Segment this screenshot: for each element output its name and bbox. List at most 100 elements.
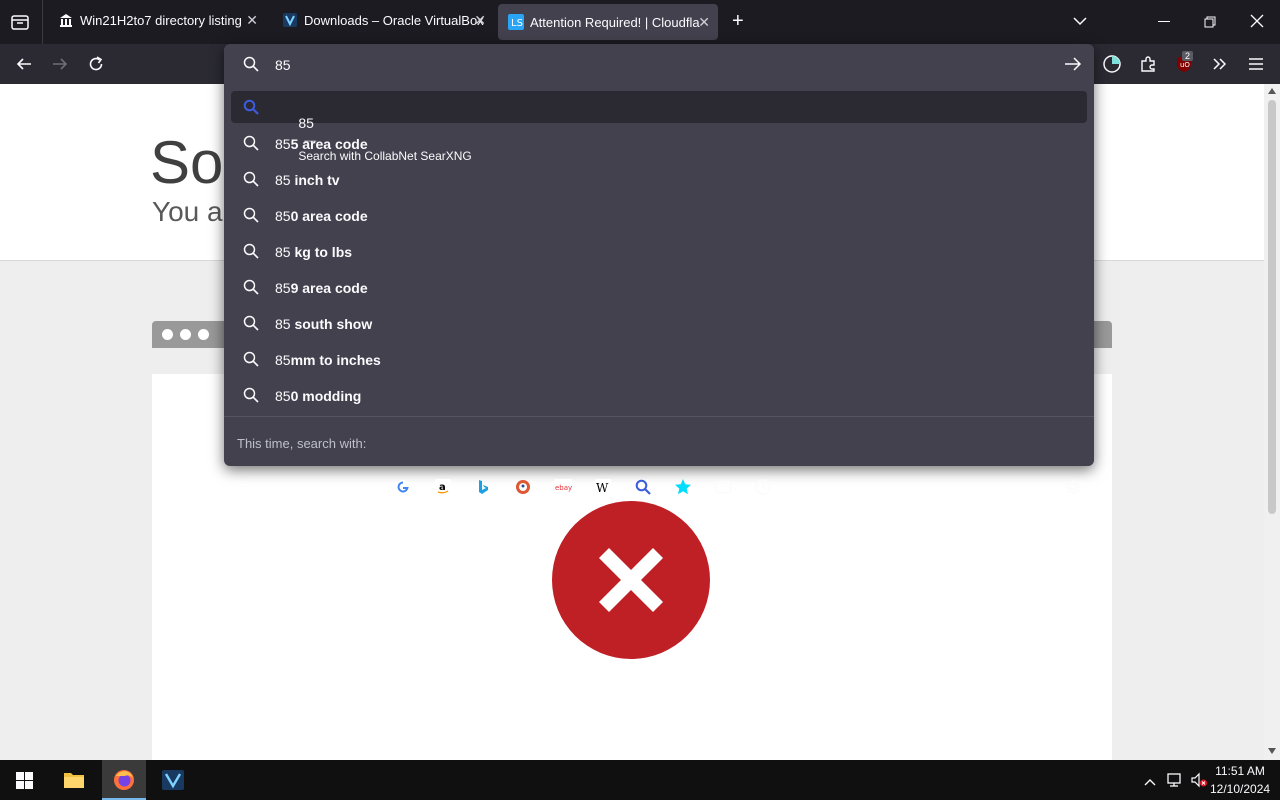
extensions-icon[interactable]	[1138, 54, 1158, 74]
firefox-taskbar-button[interactable]	[102, 760, 146, 800]
svg-text:a: a	[439, 482, 446, 493]
close-icon[interactable]: ✕	[246, 12, 258, 29]
search-icon	[243, 207, 259, 223]
privacy-badger-icon[interactable]	[1102, 54, 1122, 74]
suggestion-completion: mm to inches	[290, 352, 381, 368]
wikipedia-icon[interactable]: W	[594, 478, 612, 496]
ebay-icon[interactable]: ebay	[554, 478, 572, 496]
suggestion-completion: 9 area code	[290, 280, 368, 296]
windows-taskbar: 11:51 AM 12/10/2024	[0, 760, 1280, 800]
tab-cloudflare[interactable]: LS Attention Required! | Cloudflare ✕	[498, 4, 718, 40]
scroll-up-icon[interactable]	[1268, 88, 1276, 94]
tabs-icon[interactable]	[714, 478, 732, 496]
file-explorer-icon[interactable]	[63, 770, 85, 795]
bookmarks-icon[interactable]	[674, 478, 692, 496]
one-offs-label: This time, search with:	[237, 436, 367, 451]
search-suggestion[interactable]: 859 area code	[231, 271, 1087, 303]
list-all-tabs-chevron-icon[interactable]	[1072, 14, 1088, 32]
tab-directory-listing[interactable]: Win21H2to7 directory listing ✕	[48, 0, 266, 40]
search-icon	[243, 243, 259, 259]
window-dot	[180, 329, 191, 340]
reload-icon[interactable]	[86, 54, 106, 74]
search-suggestion[interactable]: 855 area code	[231, 127, 1087, 159]
museum-icon	[58, 12, 74, 28]
tab-title: Downloads – Oracle VirtualBox	[304, 12, 484, 28]
search-suggestion[interactable]: 85 south show	[231, 307, 1087, 339]
start-button[interactable]	[16, 772, 33, 794]
svg-text:ebay: ebay	[555, 484, 572, 492]
virtualbox-taskbar-icon[interactable]	[161, 769, 185, 796]
suggestion-completion: 0 area code	[290, 208, 368, 224]
site-icon: LS	[508, 14, 524, 30]
searxng-icon[interactable]	[634, 478, 652, 496]
one-offs-divider	[224, 416, 1094, 417]
suggestion-prefix: 85	[275, 280, 291, 296]
volume-muted-icon[interactable]	[1190, 772, 1208, 793]
window-dot	[162, 329, 173, 340]
bing-icon[interactable]	[474, 478, 492, 496]
suggestion-prefix: 85	[275, 244, 291, 260]
urlbar-input-text[interactable]: 85	[275, 57, 291, 73]
search-icon	[243, 387, 259, 403]
svg-text:uO: uO	[1180, 61, 1190, 69]
show-hidden-icons-chevron[interactable]	[1144, 774, 1156, 792]
history-icon[interactable]	[754, 478, 772, 496]
close-icon[interactable]: ✕	[474, 12, 486, 29]
virtualbox-icon	[282, 12, 298, 28]
search-suggestion[interactable]: 850 area code	[231, 199, 1087, 231]
close-icon[interactable]: ✕	[698, 14, 710, 31]
network-icon[interactable]	[1166, 772, 1184, 793]
restore-button[interactable]	[1204, 15, 1216, 33]
search-suggestion[interactable]: 850 modding	[231, 379, 1087, 411]
minimize-button[interactable]	[1158, 21, 1170, 22]
error-x-icon	[552, 501, 710, 659]
search-suggestion[interactable]: 85 inch tv	[231, 163, 1087, 195]
hamburger-menu-icon[interactable]	[1246, 54, 1266, 74]
searxng-search-icon	[243, 99, 259, 115]
amazon-icon[interactable]: a	[434, 478, 452, 496]
suggestion-prefix: 85	[275, 172, 291, 188]
search-icon	[243, 171, 259, 187]
suggestion-completion: south show	[290, 316, 373, 332]
suggestion-completion: 0 modding	[290, 388, 362, 404]
suggestion-prefix: 85	[275, 316, 291, 332]
tab-list-icon[interactable]	[10, 12, 30, 32]
svg-text:LS: LS	[511, 18, 523, 29]
clock-time[interactable]: 11:51 AM	[1210, 764, 1270, 778]
close-window-button[interactable]	[1250, 14, 1264, 33]
scroll-down-icon[interactable]	[1268, 748, 1276, 754]
urlbar[interactable]: 85	[224, 44, 1094, 84]
suggestion-prefix: 85	[275, 136, 291, 152]
new-tab-button[interactable]: +	[732, 10, 744, 33]
tab-virtualbox[interactable]: Downloads – Oracle VirtualBox ✕	[272, 0, 494, 40]
tab-title: Win21H2to7 directory listing	[80, 12, 242, 28]
forward-icon[interactable]	[50, 54, 70, 74]
page-subtitle: You a	[152, 196, 223, 227]
go-arrow-icon[interactable]	[1064, 56, 1082, 77]
google-icon[interactable]	[394, 478, 412, 496]
search-suggestion[interactable]: 85mm to inches	[231, 343, 1087, 375]
suggestion-completion: kg to lbs	[290, 244, 353, 260]
back-icon[interactable]	[14, 54, 34, 74]
urlbar-popup: 85 85 — Search with CollabNet SearXNG 85…	[224, 44, 1094, 495]
scroll-thumb[interactable]	[1268, 100, 1276, 514]
overflow-menu-icon[interactable]	[1210, 54, 1230, 74]
suggestion-completion: 5 area code	[290, 136, 368, 152]
duckduckgo-icon[interactable]	[514, 478, 532, 496]
window-dot	[198, 329, 209, 340]
suggestion-completion: inch tv	[290, 172, 340, 188]
page-scrollbar[interactable]	[1264, 84, 1280, 760]
suggestion-prefix: 85	[275, 208, 291, 224]
clock-date[interactable]: 12/10/2024	[1210, 782, 1270, 796]
firefox-icon	[113, 769, 135, 796]
search-icon	[243, 279, 259, 295]
search-icon	[243, 135, 259, 151]
search-icon	[243, 315, 259, 331]
urlbar-heuristic-result[interactable]: 85 — Search with CollabNet SearXNG	[231, 91, 1087, 163]
tab-strip: Win21H2to7 directory listing ✕ Downloads…	[0, 0, 1280, 44]
search-icon	[243, 351, 259, 367]
search-settings-gear-icon[interactable]	[1064, 478, 1082, 496]
search-suggestion[interactable]: 85 kg to lbs	[231, 235, 1087, 267]
search-icon	[243, 56, 259, 77]
suggestion-prefix: 85	[275, 352, 291, 368]
